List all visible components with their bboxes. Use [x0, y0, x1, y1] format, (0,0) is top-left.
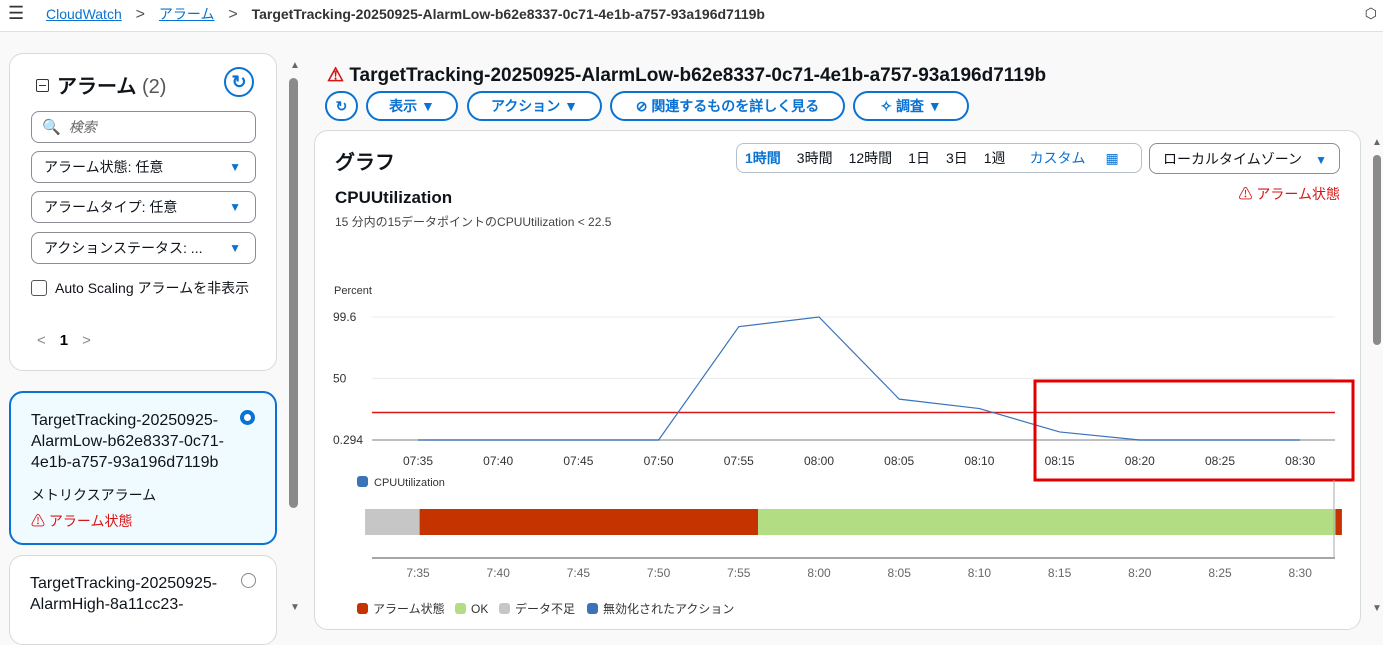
- x-tick-label: 07:55: [724, 454, 754, 468]
- legend-label: 無効化されたアクション: [603, 601, 734, 616]
- x-tick-label: 07:50: [644, 454, 674, 468]
- legend-label: アラーム状態: [373, 601, 445, 616]
- page-scrollbar[interactable]: [1373, 155, 1381, 345]
- y-axis-label: Percent: [334, 285, 372, 297]
- legend-swatch: [357, 603, 368, 614]
- scroll-down-icon[interactable]: ▼: [1372, 603, 1382, 614]
- timeline-x-label: 8:05: [888, 566, 912, 580]
- x-tick-label: 08:20: [1125, 454, 1155, 468]
- x-tick-label: 08:05: [884, 454, 914, 468]
- x-tick-label: 08:10: [964, 454, 994, 468]
- y-tick-label: 99.6: [333, 310, 357, 324]
- legend-swatch: [587, 603, 598, 614]
- timeline-x-label: 8:20: [1128, 566, 1152, 580]
- legend-label: CPUUtilization: [374, 477, 445, 489]
- x-tick-label: 08:25: [1205, 454, 1235, 468]
- timeline-x-label: 8:10: [968, 566, 992, 580]
- timeline-x-label: 8:15: [1048, 566, 1072, 580]
- timeline-segment-ok: [758, 509, 1335, 535]
- timeline-x-label: 7:35: [406, 566, 430, 580]
- timeline-x-label: 7:45: [567, 566, 591, 580]
- scroll-up-icon[interactable]: ▲: [1372, 137, 1382, 148]
- legend-swatch: [455, 603, 466, 614]
- timeline-x-label: 7:55: [727, 566, 751, 580]
- timeline-x-label: 7:50: [647, 566, 671, 580]
- x-tick-label: 08:15: [1045, 454, 1075, 468]
- legend-label: データ不足: [515, 601, 575, 616]
- timeline-x-label: 8:30: [1289, 566, 1313, 580]
- timeline-x-label: 7:40: [487, 566, 511, 580]
- metric-chart: Percent 99.6 50 0.294 07:35 07:40 07:45 07:50 07…: [0, 0, 1383, 623]
- x-tick-label: 07:45: [563, 454, 593, 468]
- legend-label: OK: [471, 602, 488, 616]
- x-tick-label: 08:00: [804, 454, 834, 468]
- x-tick-label: 07:35: [403, 454, 433, 468]
- x-tick-label: 07:40: [483, 454, 513, 468]
- legend-swatch: [357, 476, 368, 487]
- x-tick-label: 08:30: [1285, 454, 1315, 468]
- timeline-segment-alarm: [420, 509, 758, 535]
- legend-swatch: [499, 603, 510, 614]
- y-tick-label: 0.294: [333, 433, 363, 447]
- timeline-segment-insufficient: [365, 509, 420, 535]
- timeline-segment-alarm: [1335, 509, 1341, 535]
- timeline-x-label: 8:25: [1208, 566, 1232, 580]
- y-tick-label: 50: [333, 371, 347, 385]
- timeline-x-label: 8:00: [807, 566, 831, 580]
